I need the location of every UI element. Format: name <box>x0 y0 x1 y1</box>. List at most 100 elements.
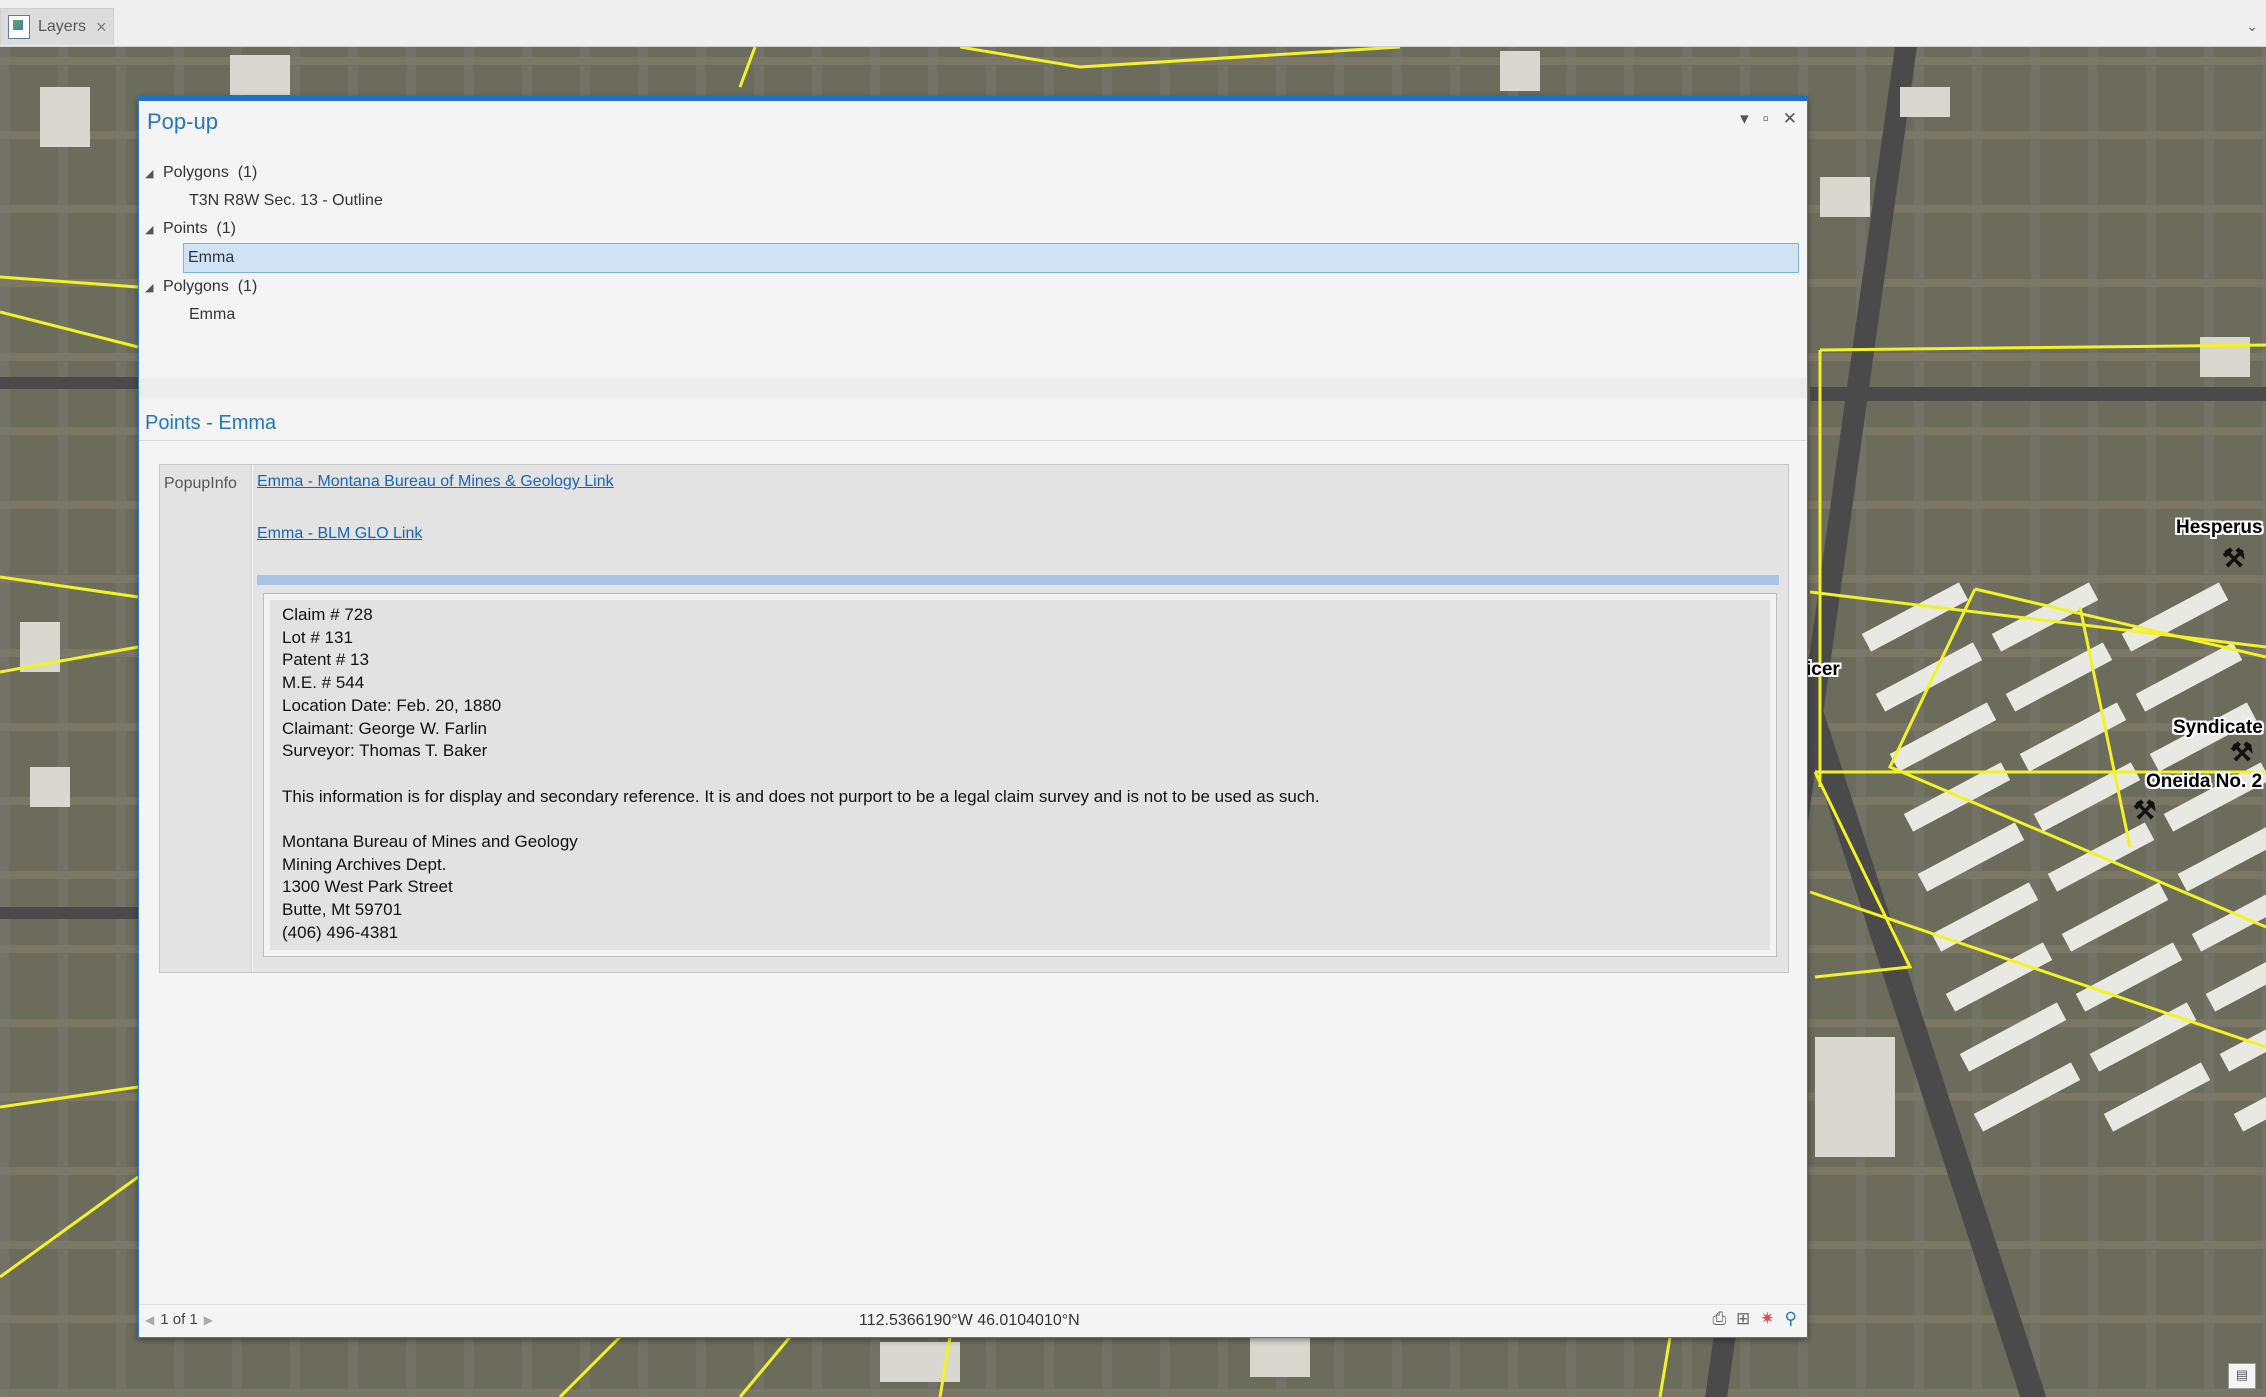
popup-info-table: PopupInfo Emma - Montana Bureau of Mines… <box>159 464 1789 973</box>
parcel-line <box>558 1335 622 1397</box>
tree-item-label: Emma <box>188 249 235 266</box>
claim-detail-line: M.E. # 544 <box>282 673 365 693</box>
tree-group-count: (1) <box>216 220 236 237</box>
layers-icon <box>8 15 30 39</box>
maximize-icon[interactable]: ▫ <box>1763 109 1769 129</box>
previous-icon[interactable]: ◀ <box>145 1313 154 1327</box>
tree-group-label: Polygons <box>163 278 229 295</box>
claim-details-text: Claim # 728 Lot # 131 Patent # 13 M.E. # 54… <box>282 604 1320 945</box>
parcel-line <box>1819 343 2266 352</box>
location-coordinates: 112.5366190°W 46.0104010°N <box>859 1312 1080 1329</box>
tree-item-outline[interactable]: T3N R8W Sec. 13 - Outline <box>145 187 1799 215</box>
map-label-oneida[interactable]: Oneida No. 2 <box>2146 771 2262 793</box>
map-label-partial[interactable]: icer <box>1806 659 1840 681</box>
claim-detail-line: Claim # 728 <box>282 605 373 624</box>
row-building <box>2233 1062 2266 1132</box>
row-building <box>1959 1002 2067 1072</box>
tree-group-polygons[interactable]: ◢ Polygons (1) <box>145 159 1799 187</box>
parcel-line <box>0 275 139 289</box>
row-building <box>2191 882 2266 952</box>
parcel-line <box>0 645 139 674</box>
parcel-line <box>0 1085 139 1109</box>
blm-glo-link[interactable]: Emma - BLM GLO Link <box>257 525 422 543</box>
tab-layers-label: Layers <box>38 18 87 35</box>
claim-detail-line: Patent # 13 <box>282 650 369 670</box>
section-divider <box>139 440 1807 441</box>
parcel-line <box>938 1336 952 1397</box>
parcel-line <box>0 310 139 349</box>
mine-claim-icon[interactable]: ⚒ <box>2222 543 2245 574</box>
row-building <box>2103 1062 2211 1132</box>
export-icon[interactable]: ⊞ <box>1736 1309 1750 1329</box>
pager: ◀ 1 of 1 ▶ <box>145 1311 213 1328</box>
claim-detail-line: Surveyor: Thomas T. Baker <box>282 741 488 761</box>
map-label-hesperus[interactable]: Hesperus <box>2176 517 2263 539</box>
mine-claim-icon[interactable]: ⚒ <box>2230 737 2253 768</box>
map-overview-icon[interactable]: ▤ <box>2228 1363 2256 1389</box>
claim-details-box: Claim # 728 Lot # 131 Patent # 13 M.E. # 54… <box>263 593 1777 957</box>
close-icon[interactable]: ✕ <box>1783 109 1797 129</box>
parcel-line <box>1813 771 1913 979</box>
collapse-caret-icon[interactable]: ◢ <box>145 160 163 188</box>
row-building <box>2135 642 2243 712</box>
pane-splitter[interactable] <box>139 378 1807 398</box>
footer-tools: ⎙ ⊞ ✷ ⚲ <box>1712 1309 1797 1329</box>
popup-title: Pop-up <box>147 109 218 134</box>
tree-item-emma-point[interactable]: Emma <box>183 243 1799 273</box>
row-building <box>2089 1002 2197 1072</box>
claim-detail-line: (406) 496-4381 <box>282 922 399 942</box>
row-building <box>1945 942 2053 1012</box>
tab-overflow-icon[interactable]: ⌄ <box>2246 18 2258 35</box>
parcel-line <box>738 47 757 88</box>
tab-close-icon[interactable]: × <box>96 17 107 38</box>
parcel-line <box>0 1175 139 1279</box>
flash-icon[interactable]: ✷ <box>1760 1309 1774 1329</box>
tree-group-label: Polygons <box>163 164 229 181</box>
parcel-line <box>1658 1336 1672 1397</box>
pane-controls: ▾ ▫ ✕ <box>1740 109 1797 129</box>
tab-layers[interactable]: Layers × <box>0 8 114 45</box>
row-building <box>2219 1002 2266 1072</box>
claim-detail-line: Location Date: Feb. 20, 1880 <box>282 695 502 715</box>
field-value: Emma - Montana Bureau of Mines & Geology… <box>253 465 1788 972</box>
claim-detail-line: Lot # 131 <box>282 627 353 647</box>
row-building <box>2005 642 2113 712</box>
row-building <box>1875 642 1983 712</box>
pane-menu-icon[interactable]: ▾ <box>1740 109 1749 129</box>
row-building <box>1973 1062 2081 1132</box>
mine-claim-icon[interactable]: ⚒ <box>2133 795 2156 826</box>
claim-detail-line: Montana Bureau of Mines and Geology <box>282 832 578 852</box>
print-icon[interactable]: ⎙ <box>1712 1309 1726 1329</box>
section-title: Points - Emma <box>145 412 277 434</box>
field-name: PopupInfo <box>160 465 252 972</box>
row-building <box>2061 882 2169 952</box>
tree-item-emma-polygon[interactable]: Emma <box>145 301 1799 329</box>
claim-detail-line: Claimant: George W. Farlin <box>282 718 488 738</box>
zoom-to-icon[interactable]: ⚲ <box>1785 1309 1797 1329</box>
claim-detail-line: Mining Archives Dept. <box>282 854 447 874</box>
tree-group-label: Points <box>163 220 208 237</box>
collapse-caret-icon[interactable]: ◢ <box>145 216 163 244</box>
claim-detail-line <box>282 763 1320 786</box>
tree-group-polygons[interactable]: ◢ Polygons (1) <box>145 273 1799 301</box>
claim-detail-line <box>282 808 1320 831</box>
row-building <box>2019 702 2127 772</box>
claim-detail-line: 1300 West Park Street <box>282 877 453 897</box>
mbmg-link[interactable]: Emma - Montana Bureau of Mines & Geology… <box>257 473 614 491</box>
tree-group-count: (1) <box>237 164 258 181</box>
row-building <box>2177 822 2266 892</box>
feature-tree: ◢ Polygons (1) T3N R8W Sec. 13 - Outline … <box>145 159 1799 329</box>
map-label-syndicate[interactable]: Syndicate <box>2173 717 2263 739</box>
row-building <box>1931 882 2039 952</box>
content-header-band <box>257 575 1779 585</box>
tree-group-count: (1) <box>237 278 258 295</box>
tree-group-points[interactable]: ◢ Points (1) <box>145 215 1799 243</box>
parcel-line <box>738 1336 792 1397</box>
row-building <box>1861 582 1969 652</box>
collapse-caret-icon[interactable]: ◢ <box>145 274 163 302</box>
claim-detail-line: Butte, Mt 59701 <box>282 900 403 920</box>
pager-text: 1 of 1 <box>160 1311 198 1328</box>
popup-footer: ◀ 1 of 1 ▶ 112.5366190°W 46.0104010°N ⎙ … <box>139 1304 1807 1337</box>
next-icon[interactable]: ▶ <box>204 1313 213 1327</box>
row-building <box>2205 942 2266 1012</box>
